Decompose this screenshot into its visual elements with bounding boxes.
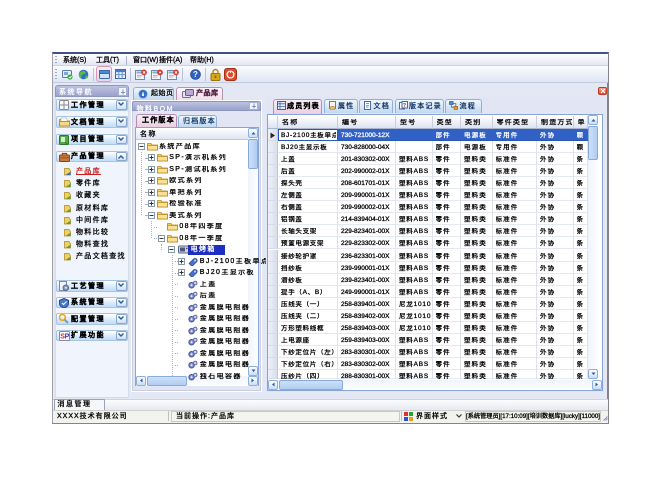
svg-text:?: ?: [193, 70, 198, 79]
svg-text:P: P: [64, 333, 69, 340]
